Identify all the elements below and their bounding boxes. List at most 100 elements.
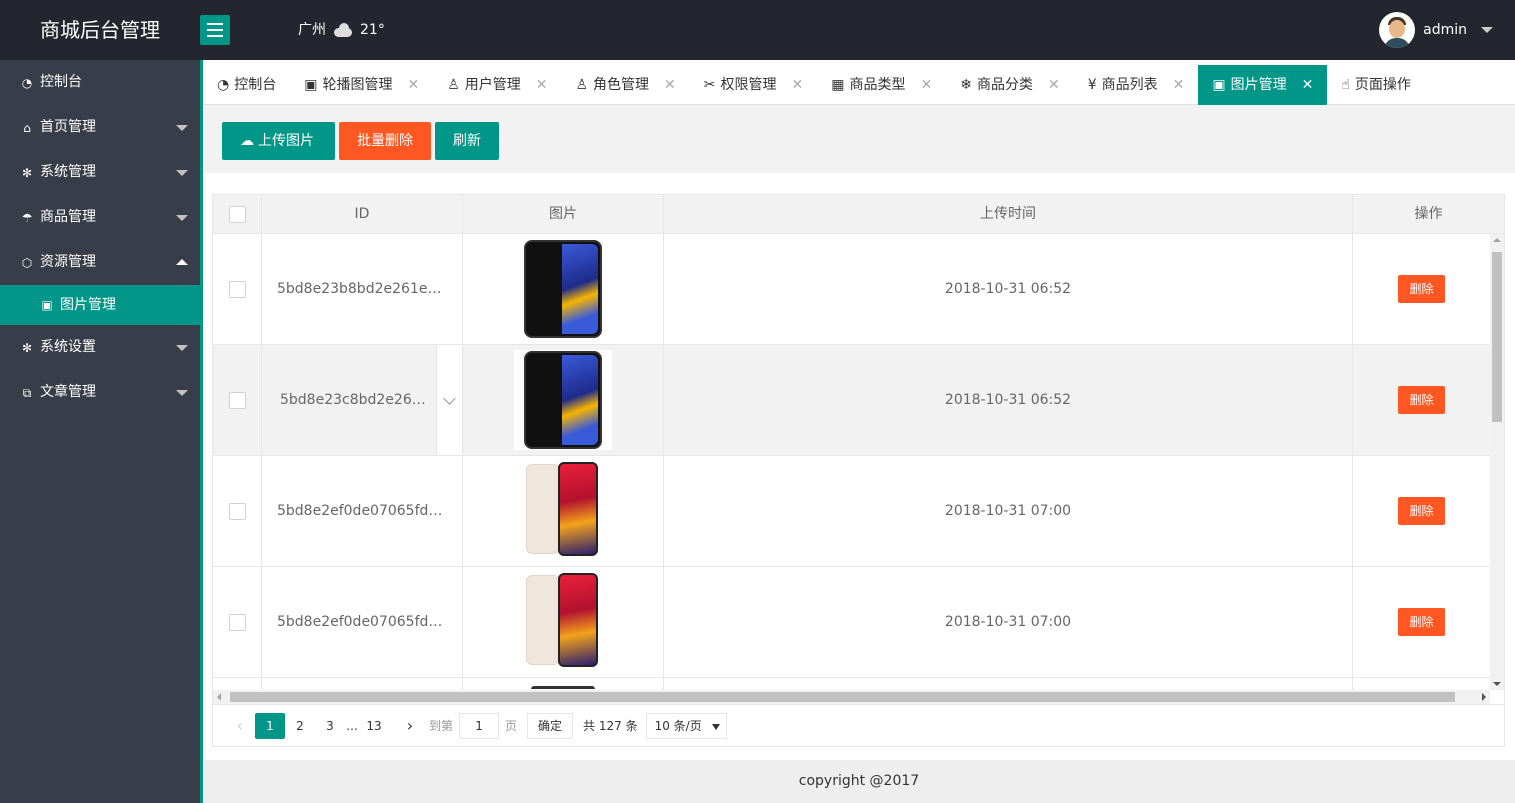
next-page-icon[interactable]: › [395,713,425,739]
prev-page-icon[interactable]: ‹ [225,713,255,739]
tab-label: 页面操作 [1354,77,1411,93]
tab-permissions[interactable]: ✂ 权限管理 ✕ [690,65,817,105]
image-icon: ▣ [1212,77,1226,93]
page-ellipsis: … [346,718,358,733]
page-3[interactable]: 3 [315,713,345,739]
tab-users[interactable]: ♙ 用户管理 ✕ [433,65,561,105]
user-menu[interactable]: admin [1379,0,1493,60]
expand-cell-button[interactable] [436,345,462,455]
snowflake-icon: ❄ [960,77,972,93]
page-unit-label: 页 [505,719,518,733]
delete-button[interactable]: 删除 [1398,386,1445,414]
tab-label: 商品分类 [976,77,1033,93]
header-upload-time[interactable]: 上传时间 [664,195,1353,234]
tab-label: 角色管理 [593,77,650,93]
table-row[interactable]: 5bd8e2ef0de07065fd58… 2018-10-31 07:00 删… [213,567,1490,678]
sidebar-item-label: 图片管理 [60,297,116,313]
product-image [526,462,600,560]
sidebar-item-goods[interactable]: ☂ 商品管理 [0,195,200,240]
upload-button[interactable]: ☁ 上传图片 [222,122,335,160]
tab-carousel[interactable]: ▣ 轮播图管理 ✕ [290,65,433,105]
tab-roles[interactable]: ♙ 角色管理 ✕ [561,65,689,105]
tab-page-actions[interactable]: ☝ 页面操作 [1327,65,1425,105]
chevron-down-icon [176,125,188,131]
tab-label: 轮播图管理 [322,77,393,93]
batch-delete-button[interactable]: 批量删除 [339,122,431,160]
delete-button[interactable]: 删除 [1398,275,1445,303]
menu-toggle-button[interactable] [200,15,230,45]
page-size-select[interactable]: 10 条/页 [645,712,727,739]
content-area: ☁ 上传图片 批量删除 刷新 ID 图片 上传时间 操作 5bd8e23b8bd2… [203,105,1515,760]
table-row[interactable]: 5bd8e23c8bd2e261e15… 2018-10-31 06:52 删除 [213,345,1490,456]
sidebar-item-system[interactable]: ✻ 系统管理 [0,150,200,195]
product-image [524,240,602,338]
delete-button[interactable]: 删除 [1398,608,1445,636]
close-icon[interactable]: ✕ [1048,65,1060,105]
sidebar: ◔ 控制台 ⌂ 首页管理 ✻ 系统管理 ☂ 商品管理 ⬡ 资源管理 ▣ 图片管理 ✻ 系统设置… [0,60,200,803]
tools-icon: ✂ [703,77,716,93]
row-id: 5bd8e23c8bd2e261e15… [280,392,430,408]
upload-label: 上传图片 [258,133,314,149]
scrollbar-thumb[interactable] [230,692,1455,702]
username[interactable]: admin [1423,22,1467,38]
top-header: 商城后台管理 广州 21° admin [0,0,1515,60]
delete-button[interactable]: 删除 [1398,497,1445,525]
close-icon[interactable]: ✕ [407,65,419,105]
user-icon: ♙ [575,77,589,93]
tab-goods-list[interactable]: ¥ 商品列表 ✕ [1074,65,1199,105]
gear-icon: ✻ [21,165,33,180]
row-checkbox[interactable] [228,280,246,298]
sidebar-item-label: 系统设置 [40,339,96,355]
table-row[interactable]: 5bd8e2ef0de07065fd58… 2018-10-31 07:00 删… [213,456,1490,567]
goto-confirm-button[interactable]: 确定 [527,712,574,739]
row-checkbox[interactable] [228,613,246,631]
toolbar: ☁ 上传图片 批量删除 刷新 [203,105,1515,173]
scrollbar-thumb[interactable] [1492,252,1502,422]
goto-page-input[interactable]: 1 [459,712,500,739]
home-icon: ⌂ [23,120,31,135]
row-checkbox[interactable] [228,391,246,409]
page-1[interactable]: 1 [255,712,285,739]
avatar[interactable] [1379,12,1416,48]
umbrella-icon: ☂ [21,210,33,225]
tab-goods-types[interactable]: ▦ 商品类型 ✕ [817,65,946,105]
image-icon: ▣ [304,77,318,93]
header-id[interactable]: ID [262,195,463,234]
users-icon: ♙ [447,77,460,93]
close-icon[interactable]: ✕ [1302,65,1314,105]
sidebar-item-images[interactable]: ▣ 图片管理 [0,285,200,325]
page-last[interactable]: 13 [359,713,389,739]
select-all-checkbox[interactable] [228,206,246,223]
table-panel: ID 图片 上传时间 操作 5bd8e23b8bd2e261e15… 2018-… [203,173,1515,760]
sidebar-item-resources[interactable]: ⬡ 资源管理 [0,240,200,285]
sidebar-item-home[interactable]: ⌂ 首页管理 [0,105,200,150]
page-2[interactable]: 2 [285,713,315,739]
sidebar-item-articles[interactable]: ⧉ 文章管理 [0,370,200,415]
refresh-button[interactable]: 刷新 [435,122,499,160]
table-row[interactable]: 5bd8e23b8bd2e261e15… 2018-10-31 06:52 删除 [213,234,1490,345]
close-icon[interactable]: ✕ [664,65,676,105]
tab-label: 权限管理 [720,77,777,93]
table-body: 5bd8e23b8bd2e261e15… 2018-10-31 06:52 删除… [213,234,1490,690]
chevron-up-icon [176,259,188,265]
chevron-down-icon [176,390,188,396]
tab-dashboard[interactable]: ◔ 控制台 [203,65,290,105]
sidebar-item-label: 首页管理 [40,119,96,135]
chevron-down-icon[interactable] [1481,27,1493,33]
close-icon[interactable]: ✕ [536,65,548,105]
row-id: 5bd8e23b8bd2e261e15… [277,281,447,297]
sidebar-item-settings[interactable]: ✻ 系统设置 [0,325,200,370]
close-icon[interactable]: ✕ [1173,65,1185,105]
close-icon[interactable]: ✕ [792,65,804,105]
row-checkbox[interactable] [228,502,246,520]
image-icon: ▣ [41,298,53,312]
close-icon[interactable]: ✕ [920,65,932,105]
horizontal-scrollbar[interactable] [213,690,1490,704]
sidebar-item-dashboard[interactable]: ◔ 控制台 [0,60,200,105]
vertical-scrollbar[interactable] [1490,234,1504,690]
tab-goods-categories[interactable]: ❄ 商品分类 ✕ [946,65,1073,105]
select-all-cell [213,195,262,234]
tab-images[interactable]: ▣ 图片管理 ✕ [1198,65,1328,105]
row-upload-time: 2018-10-31 06:52 [664,345,1353,455]
tab-label: 商品类型 [849,77,906,93]
